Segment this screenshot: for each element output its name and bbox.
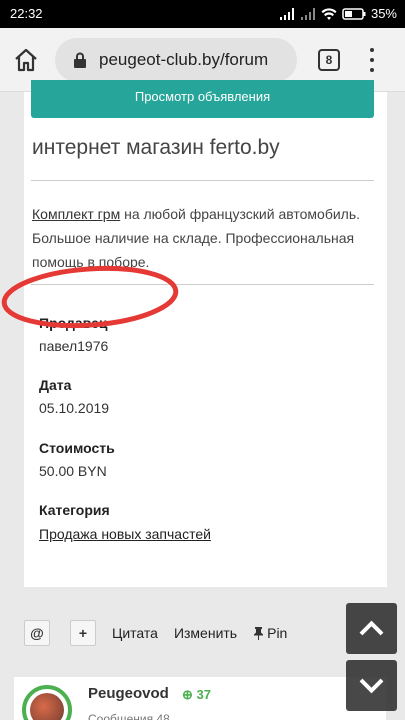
post-meta: Сообщения 48 [88, 712, 170, 720]
avatar-image [30, 693, 64, 720]
view-listing-button[interactable]: Просмотр объявления [31, 80, 374, 118]
status-bar: 22:32 35% [0, 0, 405, 28]
page-content: Просмотр объявления интернет магазин fer… [0, 80, 405, 720]
post-meta-count: 48 [156, 712, 170, 720]
annotation-ellipse [1, 265, 179, 329]
next-post: Peugeovod ⊕ 37 Сообщения 48 [14, 677, 386, 720]
divider [31, 180, 374, 181]
battery-icon [342, 7, 366, 20]
lock-icon [74, 52, 86, 68]
url-text: peugeot-club.by/forum [99, 50, 269, 69]
shop-title: интернет магазин ferto.by [32, 136, 280, 159]
pin-button[interactable]: Pin [253, 625, 287, 641]
signal-icon [300, 7, 315, 20]
avatar[interactable] [22, 685, 72, 720]
pin-icon [254, 627, 264, 640]
status-icons: 35% [279, 6, 397, 21]
scroll-down-button[interactable] [346, 660, 397, 711]
edit-button[interactable]: Изменить [174, 625, 237, 641]
post-meta-label: Сообщения [88, 712, 154, 720]
post-username[interactable]: Peugeovod [88, 685, 169, 702]
price-label: Стоимость [39, 440, 115, 456]
wifi-icon [321, 7, 337, 20]
mention-button[interactable]: @ [24, 620, 50, 646]
plus-circle-icon: ⊕ [182, 687, 193, 702]
scroll-up-button[interactable] [346, 603, 397, 654]
quote-button[interactable]: Цитата [112, 625, 158, 641]
home-icon[interactable] [12, 46, 40, 74]
menu-icon[interactable] [369, 48, 375, 72]
reputation-value: 37 [196, 687, 211, 702]
description-link[interactable]: Комплект грм [32, 206, 120, 222]
reputation-badge: ⊕ 37 [182, 687, 211, 703]
pin-label: Pin [267, 625, 288, 641]
plus-button[interactable]: + [70, 620, 96, 646]
post-actions: @ + Цитата Изменить Pin [24, 618, 287, 648]
category-label: Категория [39, 502, 110, 518]
battery-level: 35% [370, 6, 397, 21]
address-bar[interactable]: peugeot-club.by/forum [55, 38, 297, 82]
tab-switcher-button[interactable]: 8 [318, 49, 340, 71]
signal-icon [279, 7, 294, 20]
date-label: Дата [39, 377, 72, 393]
status-time: 22:32 [10, 6, 43, 21]
date-value: 05.10.2019 [39, 400, 110, 416]
chevron-down-icon [359, 678, 384, 694]
chevron-up-icon [359, 620, 384, 636]
price-value: 50.00 BYN [39, 463, 107, 479]
category-link[interactable]: Продажа новых запчастей [39, 526, 211, 542]
